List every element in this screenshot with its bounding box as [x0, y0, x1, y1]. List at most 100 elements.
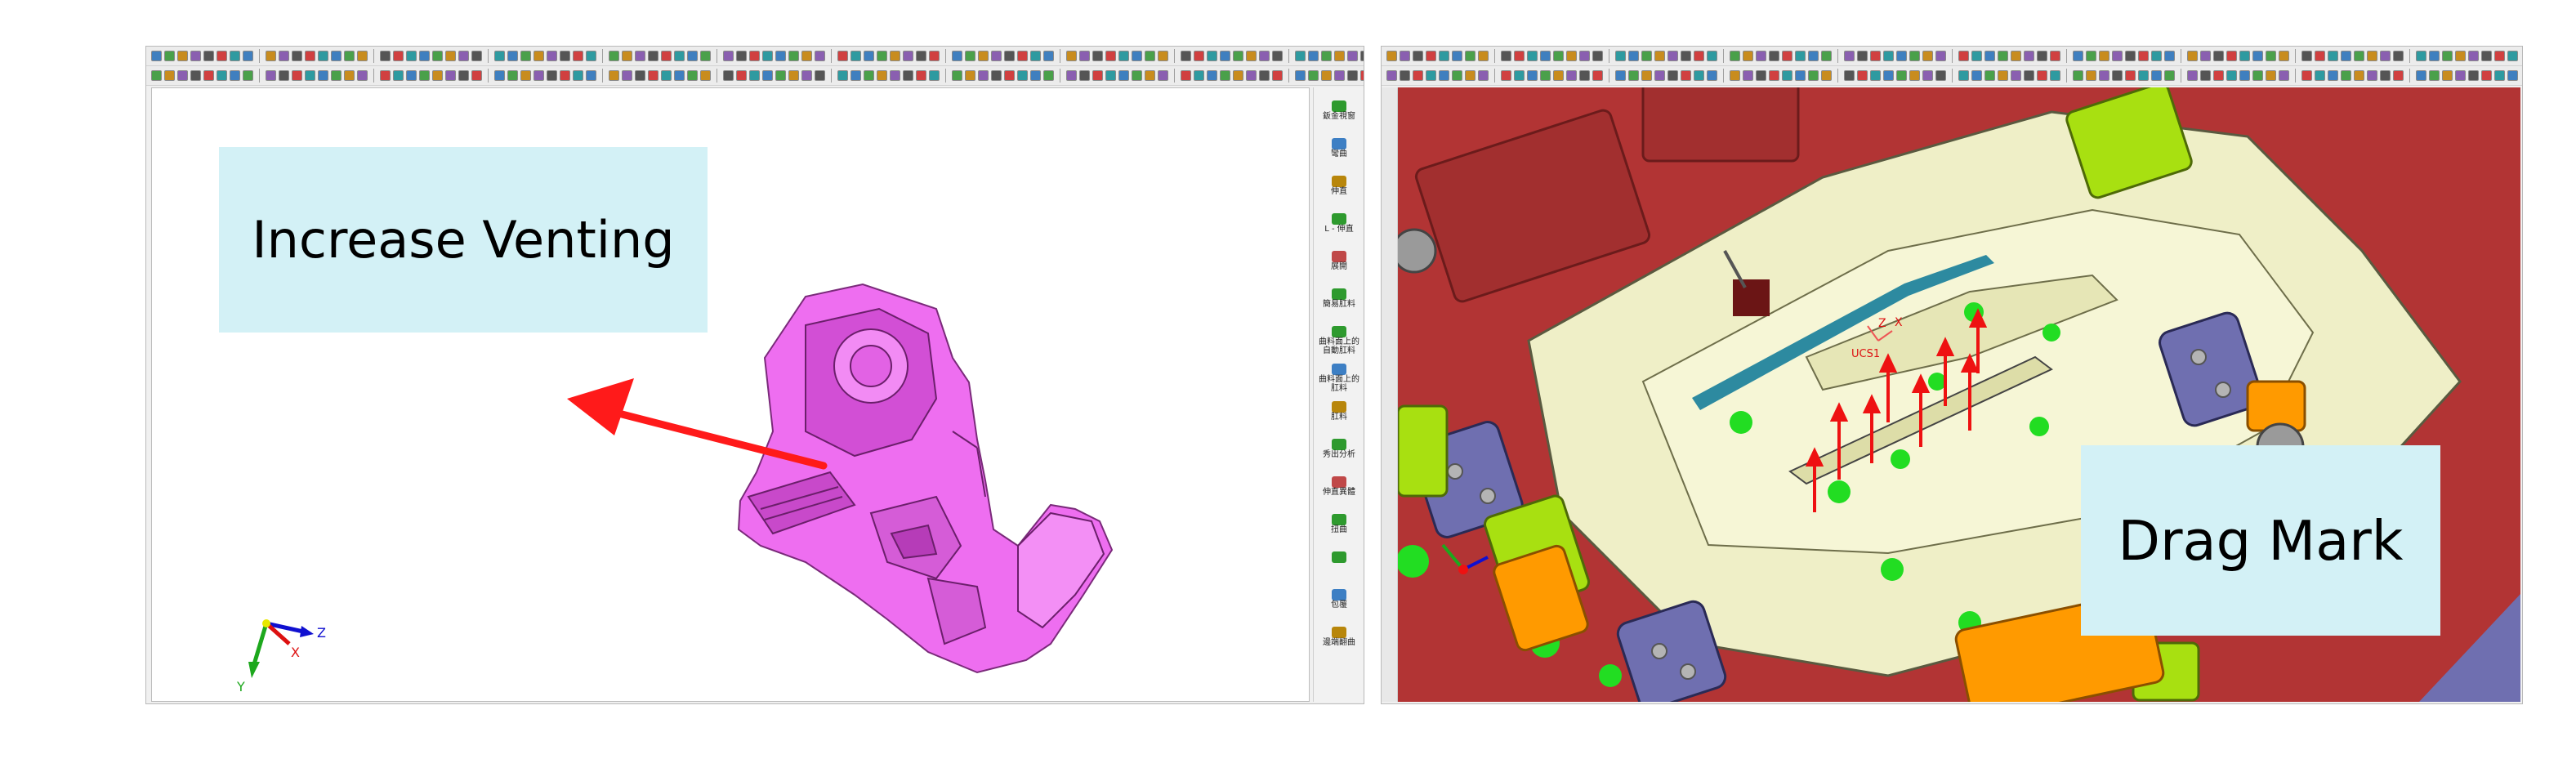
toolbar-tool-icon[interactable] [1259, 70, 1270, 81]
toolbar-tool-icon[interactable] [1540, 51, 1551, 61]
toolbar-tool-icon[interactable] [203, 51, 214, 61]
toolbar-tool-icon[interactable] [432, 51, 443, 61]
toolbar-tool-icon[interactable] [1308, 51, 1319, 61]
toolbar-tool-icon[interactable] [2429, 70, 2440, 81]
toolbar-tool-icon[interactable] [2442, 51, 2453, 61]
toolbar-tool-icon[interactable] [1439, 51, 1449, 61]
toolbar-tool-icon[interactable] [978, 51, 989, 61]
toolbar-tool-icon[interactable] [2301, 70, 2312, 81]
toolbar-tool-icon[interactable] [775, 51, 786, 61]
toolbar-tool-icon[interactable] [380, 70, 391, 81]
toolbar-tool-icon[interactable] [736, 70, 747, 81]
side-scrollbar[interactable] [1382, 87, 1398, 702]
toolbar-tool-icon[interactable] [2200, 70, 2211, 81]
toolbar-tool-icon[interactable] [2073, 51, 2083, 61]
toolbar-tool-icon[interactable] [1795, 70, 1806, 81]
toolbar-tool-icon[interactable] [1452, 70, 1462, 81]
toolbar-tool-icon[interactable] [622, 70, 632, 81]
toolbar-tool-icon[interactable] [1896, 51, 1907, 61]
toolbar-tool-icon[interactable] [850, 70, 861, 81]
toolbar-tool-icon[interactable] [2393, 70, 2404, 81]
toolbar-tool-icon[interactable] [890, 51, 900, 61]
toolbar-tool-icon[interactable] [2354, 70, 2364, 81]
toolbar-tool-icon[interactable] [1922, 51, 1933, 61]
toolbar-tool-icon[interactable] [1079, 51, 1090, 61]
toolbar-tool-icon[interactable] [1667, 70, 1678, 81]
toolbar-tool-icon[interactable] [1272, 51, 1283, 61]
toolbar-tool-icon[interactable] [458, 70, 469, 81]
toolbar-tool-icon[interactable] [2024, 70, 2034, 81]
toolbar-tool-icon[interactable] [1730, 70, 1740, 81]
toolbar-tool-icon[interactable] [1707, 70, 1717, 81]
toolbar-tool-icon[interactable] [2086, 51, 2096, 61]
toolbar-tool-icon[interactable] [2239, 51, 2250, 61]
toolbar-tool-icon[interactable] [1641, 70, 1652, 81]
toolbar-tool-icon[interactable] [2151, 70, 2162, 81]
toolbar-tool-icon[interactable] [1145, 70, 1155, 81]
toolbar-tool-icon[interactable] [177, 51, 188, 61]
toolbar-tool-icon[interactable] [230, 51, 240, 61]
toolbar-tool-icon[interactable] [1857, 51, 1868, 61]
toolbar-tool-icon[interactable] [2354, 51, 2364, 61]
toolbar-tool-icon[interactable] [2187, 70, 2198, 81]
toolbar-tool-icon[interactable] [2429, 51, 2440, 61]
toolbar-tool-icon[interactable] [1592, 70, 1603, 81]
toolbar-tool-icon[interactable] [1426, 51, 1436, 61]
toolbar-tool-icon[interactable] [1386, 70, 1397, 81]
toolbar-tool-icon[interactable] [2226, 70, 2237, 81]
toolbar-tool-icon[interactable] [991, 70, 1002, 81]
toolbar-tool-icon[interactable] [1478, 51, 1489, 61]
toolbar-tool-icon[interactable] [952, 51, 962, 61]
palette-item[interactable] [1314, 551, 1364, 563]
toolbar-tool-icon[interactable] [775, 70, 786, 81]
toolbar-tool-icon[interactable] [520, 70, 531, 81]
toolbar-tool-icon[interactable] [1984, 70, 1995, 81]
toolbar-tool-icon[interactable] [1998, 51, 2008, 61]
toolbar-tool-icon[interactable] [2301, 51, 2312, 61]
toolbar-tool-icon[interactable] [890, 70, 900, 81]
toolbar-tool-icon[interactable] [2011, 51, 2021, 61]
toolbar-tool-icon[interactable] [2367, 51, 2377, 61]
toolbar-tool-icon[interactable] [916, 51, 926, 61]
toolbar-tool-icon[interactable] [586, 70, 596, 81]
toolbar-tool-icon[interactable] [445, 70, 456, 81]
toolbar-tool-icon[interactable] [2328, 51, 2338, 61]
toolbar-tool-icon[interactable] [445, 51, 456, 61]
toolbar-tool-icon[interactable] [2341, 70, 2351, 81]
toolbar-tool-icon[interactable] [1707, 51, 1717, 61]
toolbar-tool-icon[interactable] [661, 51, 672, 61]
toolbar-tool-icon[interactable] [1207, 51, 1217, 61]
toolbar-tool-icon[interactable] [749, 51, 760, 61]
toolbar-tool-icon[interactable] [1808, 70, 1819, 81]
toolbar-tool-icon[interactable] [1439, 70, 1449, 81]
toolbar-tool-icon[interactable] [1321, 70, 1332, 81]
toolbar-tool-icon[interactable] [2416, 51, 2426, 61]
toolbar-tool-icon[interactable] [230, 70, 240, 81]
toolbar-tool-icon[interactable] [2494, 70, 2505, 81]
toolbar-tool-icon[interactable] [380, 51, 391, 61]
toolbar-tool-icon[interactable] [864, 70, 874, 81]
toolbar-tool-icon[interactable] [1628, 51, 1639, 61]
toolbar-tool-icon[interactable] [1514, 51, 1525, 61]
toolbar-tool-icon[interactable] [877, 70, 887, 81]
toolbar-tool-icon[interactable] [762, 70, 773, 81]
toolbar-tool-icon[interactable] [573, 70, 583, 81]
toolbar-tool-icon[interactable] [406, 51, 417, 61]
toolbar-tool-icon[interactable] [266, 70, 276, 81]
toolbar-tool-icon[interactable] [2037, 70, 2047, 81]
toolbar-tool-icon[interactable] [609, 51, 619, 61]
toolbar-tool-icon[interactable] [1681, 70, 1691, 81]
toolbar-tool-icon[interactable] [2239, 70, 2250, 81]
toolbar-tool-icon[interactable] [357, 70, 368, 81]
toolbar-tool-icon[interactable] [2252, 51, 2263, 61]
toolbar-tool-icon[interactable] [1105, 51, 1116, 61]
toolbar-tool-icon[interactable] [2252, 70, 2263, 81]
toolbar-tool-icon[interactable] [1452, 51, 1462, 61]
toolbar-tool-icon[interactable] [1413, 70, 1423, 81]
toolbar-tool-icon[interactable] [547, 51, 557, 61]
toolbar-tool-icon[interactable] [2011, 70, 2021, 81]
toolbar-tool-icon[interactable] [2164, 51, 2175, 61]
toolbar-tool-icon[interactable] [1870, 70, 1881, 81]
toolbar-tool-icon[interactable] [1615, 51, 1626, 61]
toolbar-tool-icon[interactable] [903, 51, 913, 61]
